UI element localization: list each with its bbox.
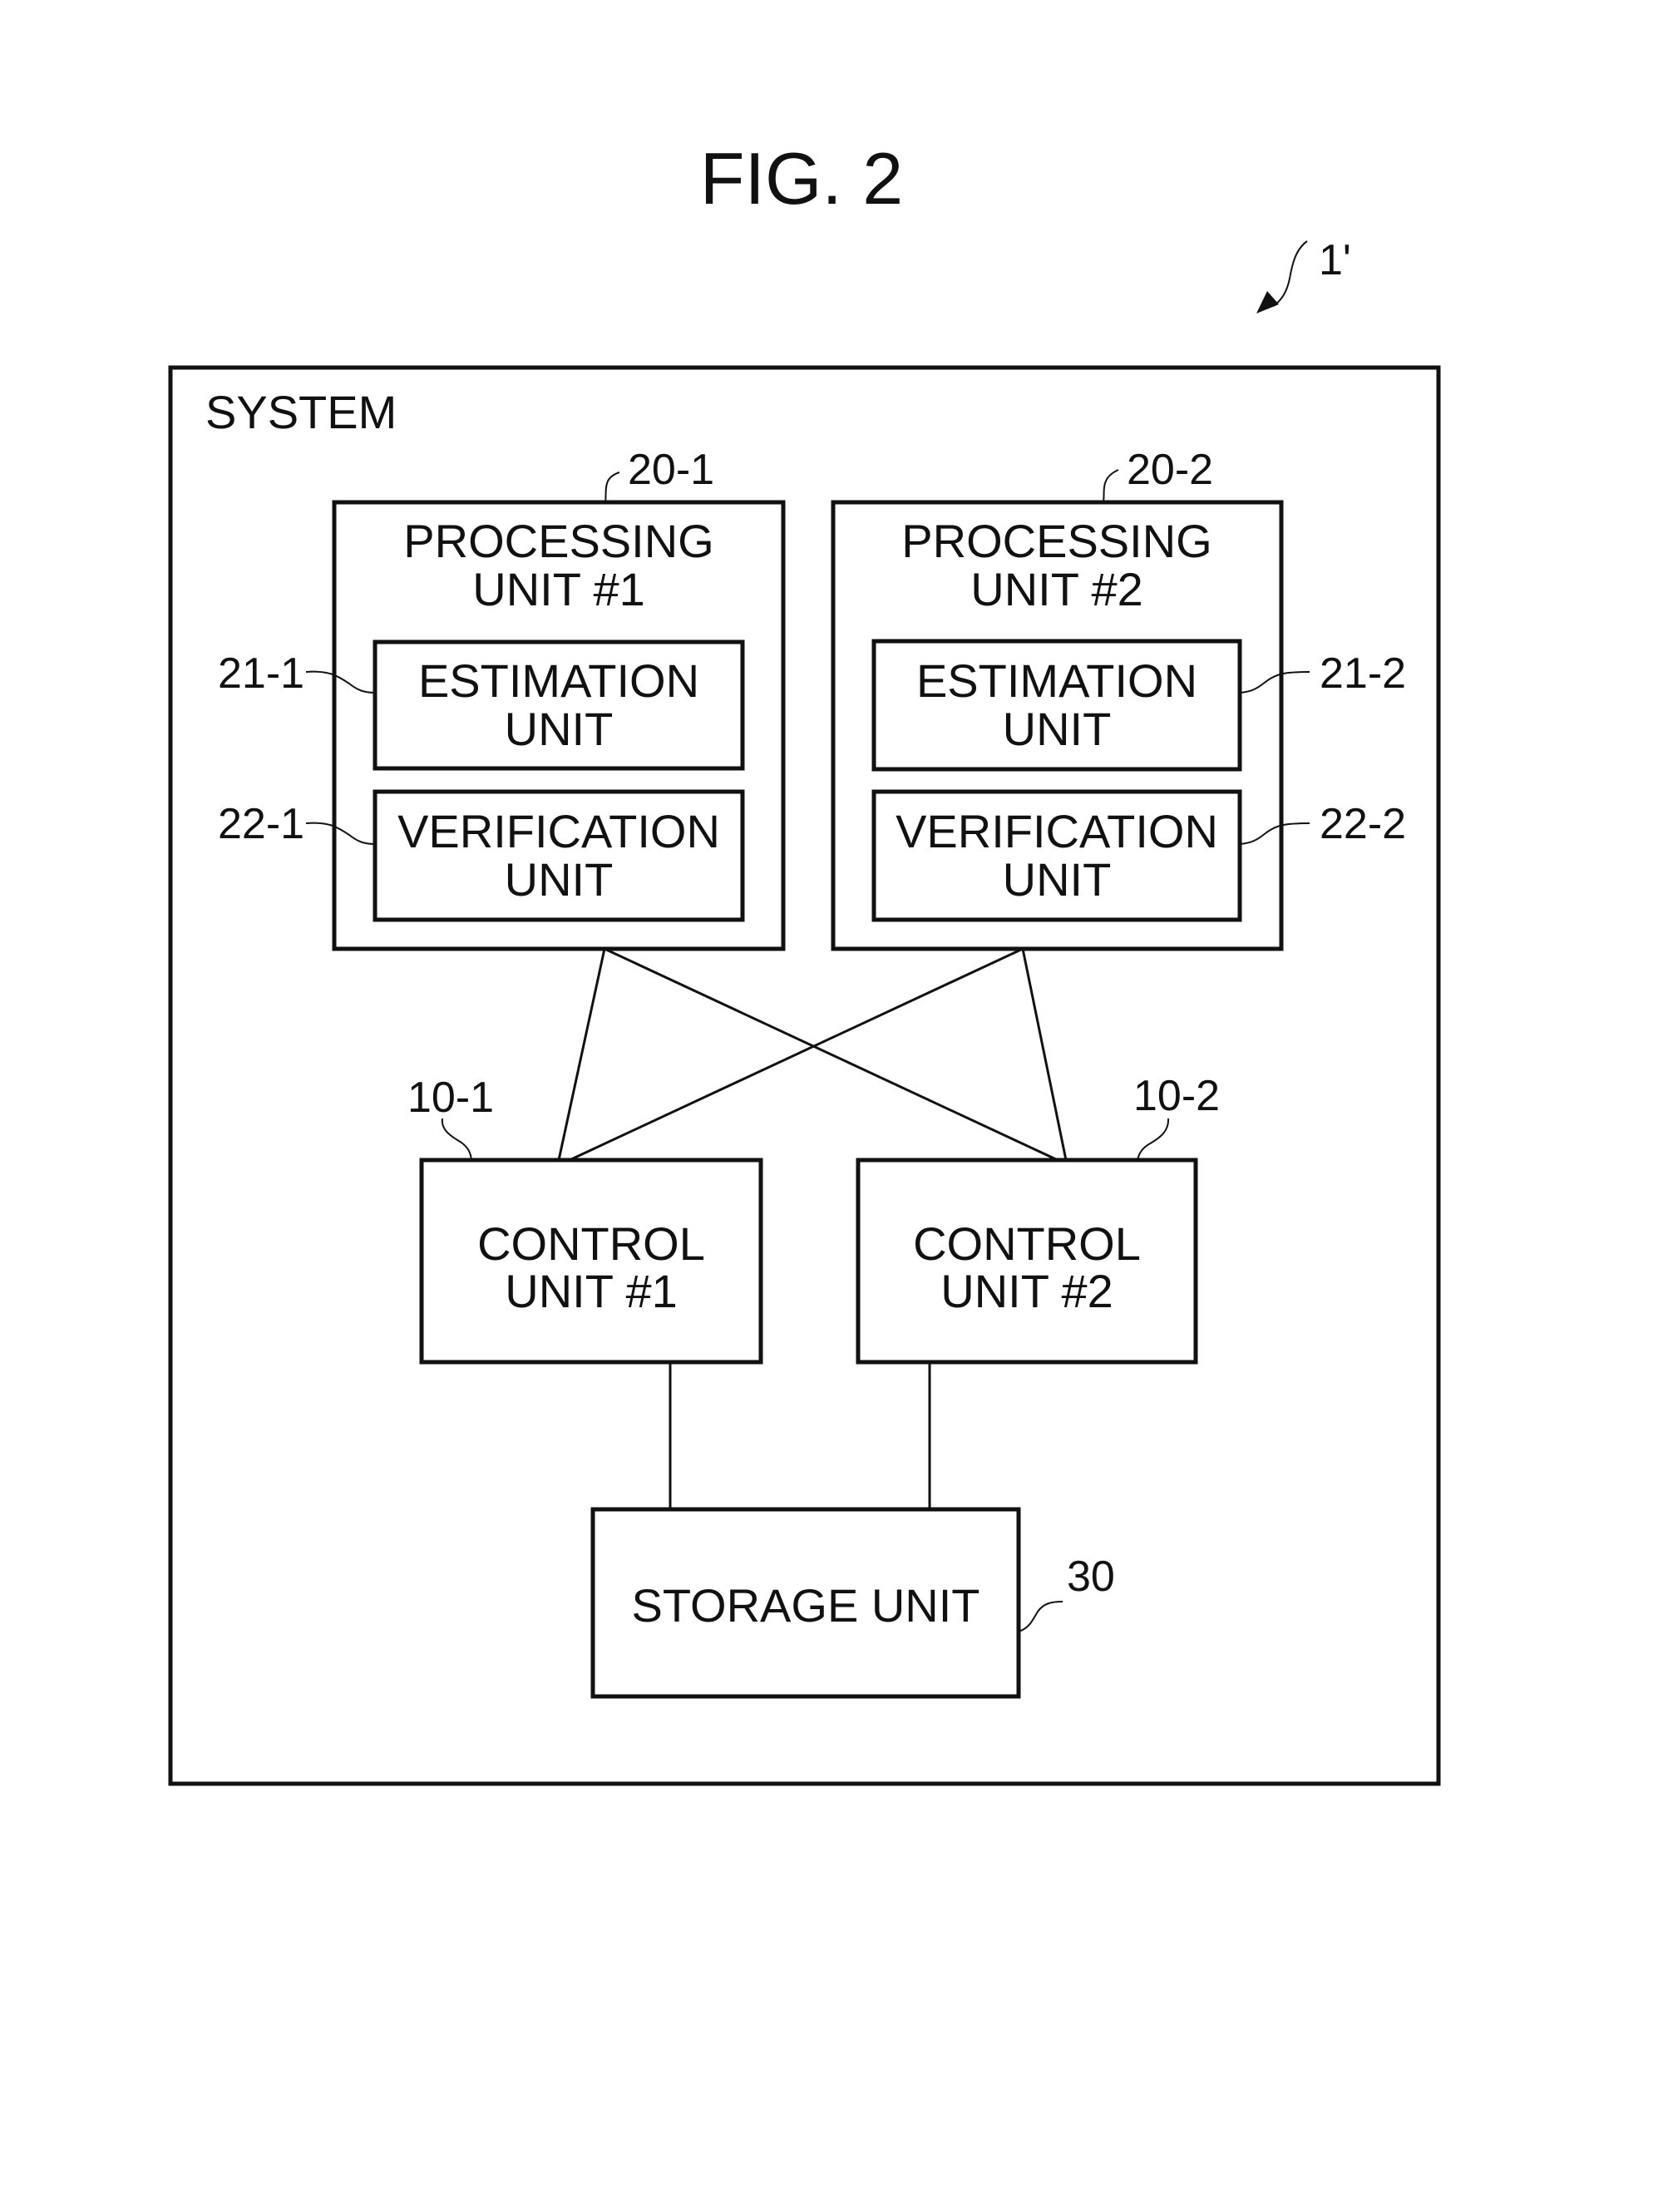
ref-22-2: 22-2 — [1320, 800, 1406, 848]
processing-unit-2-title-line2: UNIT #2 — [970, 563, 1142, 615]
estimation-unit-1-line1: ESTIMATION — [418, 654, 699, 707]
verification-unit-2-line1: VERIFICATION — [896, 805, 1218, 857]
estimation-unit-2-line1: ESTIMATION — [916, 654, 1197, 707]
processing-unit-1-title-line1: PROCESSING — [403, 515, 713, 567]
processing-unit-1-title-line2: UNIT #1 — [472, 563, 644, 615]
control-unit-1-line2: UNIT #1 — [505, 1265, 677, 1317]
ref-20-1: 20-1 — [628, 446, 714, 494]
estimation-unit-2-line2: UNIT — [1003, 703, 1112, 755]
storage-unit-label: STORAGE UNIT — [631, 1579, 980, 1632]
ref-22-1: 22-1 — [218, 800, 304, 848]
system-label: SYSTEM — [205, 386, 397, 438]
background — [0, 0, 1658, 2212]
ref-20-2: 20-2 — [1127, 446, 1213, 494]
control-unit-2-line2: UNIT #2 — [940, 1265, 1113, 1317]
control-unit-2-line1: CONTROL — [913, 1217, 1141, 1270]
ref-21-1: 21-1 — [218, 649, 304, 698]
control-unit-1-line1: CONTROL — [477, 1217, 705, 1270]
system-ref-label: 1' — [1319, 236, 1351, 284]
ref-30: 30 — [1067, 1553, 1115, 1601]
estimation-unit-1-line2: UNIT — [505, 703, 614, 755]
verification-unit-1-line2: UNIT — [505, 853, 614, 906]
figure-title: FIG. 2 — [700, 137, 904, 220]
diagram-canvas: FIG. 2 1' SYSTEM PROCESSING UNIT #1 20-1… — [0, 0, 1658, 2212]
ref-10-2: 10-2 — [1133, 1072, 1220, 1120]
ref-21-2: 21-2 — [1320, 649, 1406, 698]
verification-unit-1-line1: VERIFICATION — [397, 805, 720, 857]
ref-10-1: 10-1 — [407, 1074, 494, 1122]
verification-unit-2-line2: UNIT — [1003, 853, 1112, 906]
processing-unit-2-title-line1: PROCESSING — [901, 515, 1211, 567]
